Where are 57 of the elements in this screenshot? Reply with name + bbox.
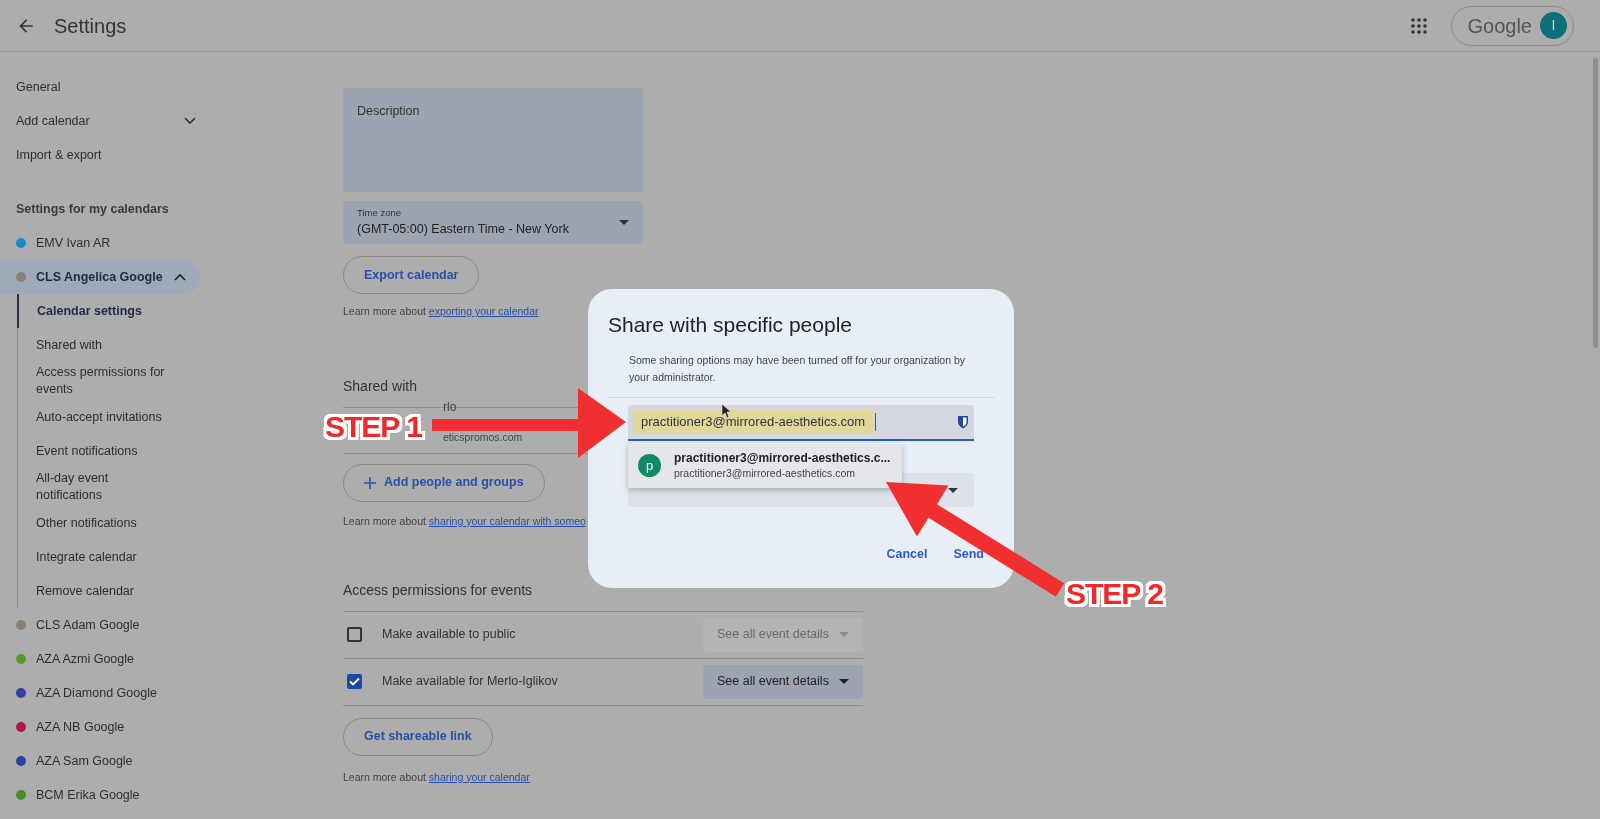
help-text: Learn more about sharing your calendar	[343, 769, 531, 785]
page-title: Settings	[54, 13, 127, 39]
dropdown-caret-icon	[619, 220, 629, 225]
avatar: I	[1540, 12, 1567, 39]
settings-subitem[interactable]: Remove calendar	[36, 582, 176, 600]
dropdown-caret-icon	[948, 487, 958, 493]
checkbox-label: Make available for Merlo-Iglikov	[382, 673, 559, 691]
calendar-item[interactable]: EMV Ivan AR	[0, 226, 200, 260]
shield-icon	[957, 415, 969, 429]
settings-subitem[interactable]: Access permissions for events	[36, 364, 176, 398]
visibility-select[interactable]: See all event details	[703, 664, 863, 699]
step-label: STEP 1	[325, 409, 422, 445]
calendar-item[interactable]: AZA Sam Google	[0, 744, 200, 778]
nav-expander[interactable]: Add calendar	[0, 104, 210, 138]
calendar-item[interactable]: CLS Angelica Google	[0, 260, 200, 294]
calendar-item[interactable]: AZA NB Google	[0, 710, 200, 744]
settings-subitem[interactable]: Shared with	[36, 336, 176, 354]
calendar-item[interactable]: CLS Adam Google	[0, 608, 200, 642]
scrollbar-thumb[interactable]	[1593, 58, 1598, 348]
settings-subitem[interactable]: Integrate calendar	[36, 548, 176, 566]
help-link[interactable]: sharing your calendar	[428, 770, 530, 783]
time-zone-select[interactable]: Time zone (GMT-05:00) Eastern Time - New York	[343, 201, 643, 244]
dialog-note: Some sharing options may have been turned off for your organization by your administrator.	[629, 353, 966, 385]
help-link[interactable]: exporting your calendar	[428, 305, 539, 317]
dropdown-caret-icon	[839, 632, 849, 637]
description-field[interactable]: Description	[343, 88, 643, 192]
dialog-button[interactable]: Cancel	[886, 545, 928, 564]
dropdown-caret-icon	[839, 679, 849, 684]
nav-link[interactable]: General	[16, 77, 61, 97]
settings-subitem[interactable]: All-day event notifications	[36, 470, 176, 504]
suggestion-menu[interactable]: p practitioner3@mirrored-aesthetics.c... practitioner3@mirrored-aesthetics.com	[628, 443, 902, 488]
dialog-button[interactable]: Send	[953, 545, 984, 564]
calendar-item[interactable]: AZA Diamond Google	[0, 676, 200, 710]
suggestion-name: practitioner3@mirrored-aesthetics.c...	[674, 450, 891, 466]
checkbox[interactable]	[347, 674, 362, 689]
dialog-title: Share with specific people	[608, 312, 852, 338]
section-heading: Settings for my calendars	[16, 200, 169, 218]
person-name-fragment: rlo	[443, 400, 457, 413]
chevron-icon	[184, 117, 196, 125]
calendar-item[interactable]: AZA Azmi Google	[0, 642, 200, 676]
checkbox-label: Make available to public	[382, 626, 517, 644]
plus-icon	[364, 476, 376, 489]
step-label: STEP 2	[1066, 576, 1163, 612]
checkbox[interactable]	[347, 627, 362, 642]
settings-subitem[interactable]: Auto-accept invitations	[36, 408, 176, 426]
nav-link[interactable]: Import & export	[16, 145, 102, 165]
help-link[interactable]: sharing your calendar with someo	[428, 514, 586, 527]
settings-subitem[interactable]: Event notifications	[36, 442, 176, 460]
calendar-item[interactable]: BCM Erika Google	[0, 778, 200, 812]
apps-grid-icon[interactable]	[1410, 17, 1427, 34]
settings-subitem[interactable]: Calendar settings	[37, 302, 177, 320]
mouse-pointer-icon	[722, 404, 732, 418]
settings-subitem[interactable]: Other notifications	[36, 514, 176, 532]
suggestion-email: practitioner3@mirrored-aesthetics.com	[674, 465, 857, 481]
person-email-fragment: eticspromos.com	[443, 429, 523, 445]
email-input[interactable]: practitioner3@mirrored-aesthetics.com	[628, 405, 974, 441]
avatar: p	[638, 454, 661, 477]
